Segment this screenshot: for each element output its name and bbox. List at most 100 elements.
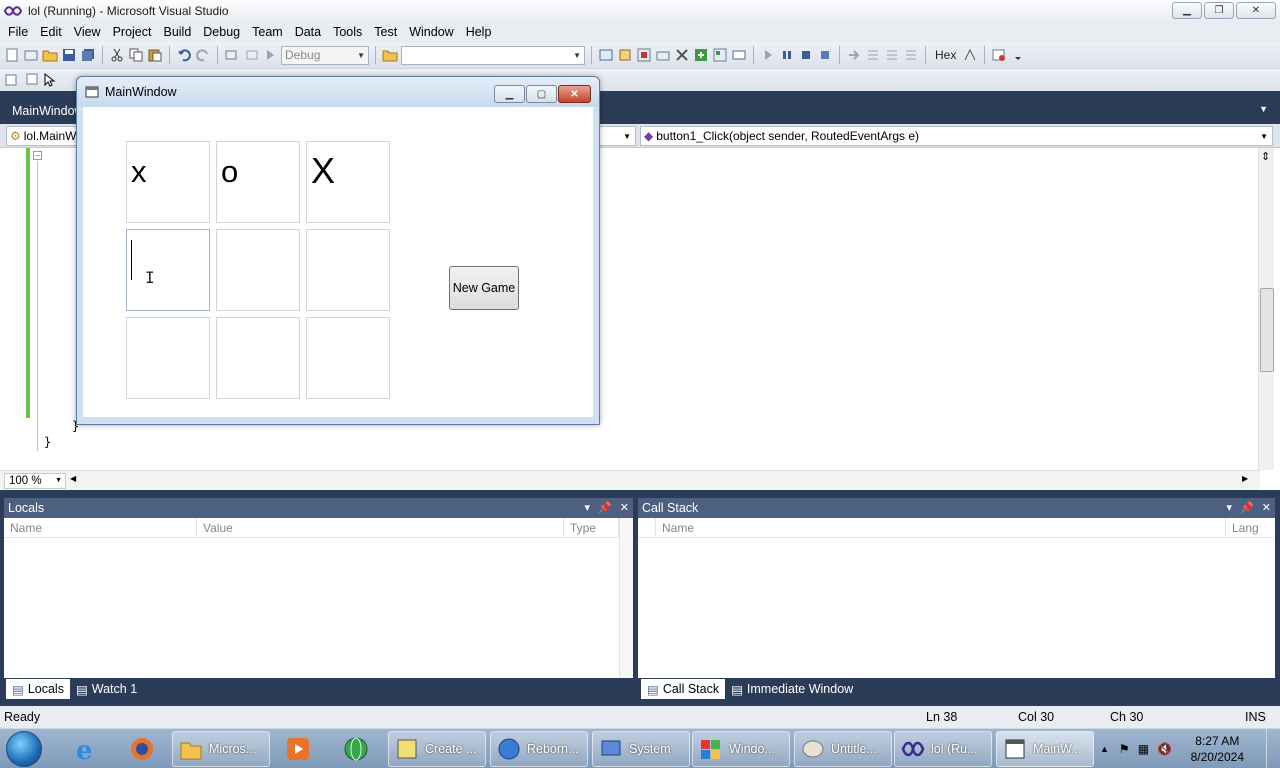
breakpoints-window-icon[interactable] bbox=[991, 47, 1007, 63]
start-debugging-icon[interactable] bbox=[262, 47, 278, 63]
menu-edit[interactable]: Edit bbox=[34, 22, 68, 42]
board-cell-9[interactable] bbox=[306, 317, 390, 399]
copy-icon[interactable] bbox=[128, 47, 144, 63]
taskbar-system[interactable]: System bbox=[592, 731, 690, 767]
new-project-icon[interactable] bbox=[4, 47, 20, 63]
scrollbar-thumb[interactable] bbox=[1260, 288, 1274, 372]
menu-window[interactable]: Window bbox=[403, 22, 459, 42]
column-header[interactable]: Lang bbox=[1226, 518, 1261, 537]
new-game-button[interactable]: New Game bbox=[449, 266, 519, 310]
toolbar-overflow-icon[interactable] bbox=[1010, 47, 1026, 63]
board-cell-3[interactable]: X bbox=[306, 141, 390, 223]
network-icon[interactable]: ▦ bbox=[1138, 742, 1149, 756]
taskbar-reborn[interactable]: Reborn... bbox=[490, 731, 588, 767]
board-cell-4[interactable]: I bbox=[126, 229, 210, 311]
network-globe-icon[interactable] bbox=[334, 731, 378, 767]
properties-icon[interactable] bbox=[617, 47, 633, 63]
tab-locals[interactable]: ▤ Locals bbox=[6, 679, 70, 699]
open-folder-icon[interactable] bbox=[42, 47, 58, 63]
show-desktop-button[interactable] bbox=[1266, 729, 1280, 768]
cut-icon[interactable] bbox=[109, 47, 125, 63]
taskbar-explorer[interactable]: Micros... bbox=[172, 731, 270, 767]
menu-tools[interactable]: Tools bbox=[327, 22, 368, 42]
command-window-icon[interactable] bbox=[731, 47, 747, 63]
taskbar-visual-studio[interactable]: lol (Ru... bbox=[894, 731, 992, 767]
board-cell-1[interactable]: x bbox=[126, 141, 210, 223]
show-next-statement-icon[interactable] bbox=[846, 47, 862, 63]
restart-icon[interactable] bbox=[817, 47, 833, 63]
menu-data[interactable]: Data bbox=[289, 22, 327, 42]
column-header[interactable]: Value bbox=[197, 518, 564, 537]
taskbar-mainwindow[interactable]: MainW... bbox=[996, 731, 1094, 767]
members-dropdown[interactable]: ◆ button1_Click(object sender, RoutedEve… bbox=[640, 126, 1273, 146]
add-item-icon[interactable] bbox=[23, 47, 39, 63]
start-page-icon[interactable] bbox=[712, 47, 728, 63]
editor-vertical-scrollbar[interactable]: ⇕ bbox=[1258, 148, 1274, 470]
menu-help[interactable]: Help bbox=[460, 22, 498, 42]
close-icon[interactable]: ✕ bbox=[1262, 498, 1271, 518]
tab-call-stack[interactable]: ▤ Call Stack bbox=[641, 679, 726, 699]
display-object-member-list-icon[interactable] bbox=[4, 72, 20, 88]
show-threads-icon[interactable] bbox=[962, 47, 978, 63]
show-hidden-icons-icon[interactable]: ▲ bbox=[1100, 744, 1109, 754]
scroll-left-icon[interactable]: ◀ bbox=[70, 474, 76, 483]
column-header[interactable]: Type bbox=[564, 518, 619, 537]
pin-icon[interactable]: 📌 bbox=[1240, 498, 1254, 518]
step-into-icon[interactable] bbox=[865, 47, 881, 63]
taskbar-windows[interactable]: Windo... bbox=[692, 731, 790, 767]
app-close-button[interactable]: ✕ bbox=[558, 85, 591, 103]
app-maximize-button[interactable]: ▢ bbox=[526, 85, 557, 103]
menu-debug[interactable]: Debug bbox=[197, 22, 246, 42]
scroll-right-icon[interactable]: ▶ bbox=[1242, 474, 1248, 483]
document-list-dropdown-icon[interactable]: ▼ bbox=[1259, 104, 1268, 114]
find-in-files-icon[interactable] bbox=[382, 47, 398, 63]
start-button[interactable] bbox=[6, 731, 42, 767]
board-cell-7[interactable] bbox=[126, 317, 210, 399]
find-combo[interactable]: ▼ bbox=[401, 45, 585, 65]
step-out-icon[interactable] bbox=[903, 47, 919, 63]
board-cell-6[interactable] bbox=[306, 229, 390, 311]
break-all-icon[interactable] bbox=[779, 47, 795, 63]
board-cell-2[interactable]: o bbox=[216, 141, 300, 223]
continue-icon[interactable] bbox=[760, 47, 776, 63]
media-player-icon[interactable] bbox=[276, 731, 320, 767]
zoom-select[interactable]: 100 % ▼ bbox=[4, 473, 66, 489]
step-over-icon[interactable] bbox=[884, 47, 900, 63]
display-parameter-info-icon[interactable] bbox=[23, 72, 39, 88]
paste-icon[interactable] bbox=[147, 47, 163, 63]
navigate-forward-icon[interactable] bbox=[243, 47, 259, 63]
toolbox-icon[interactable] bbox=[655, 47, 671, 63]
solution-explorer-icon[interactable] bbox=[598, 47, 614, 63]
window-position-icon[interactable]: ▾ bbox=[1227, 498, 1233, 518]
hex-display-toggle[interactable]: Hex bbox=[932, 48, 959, 62]
outline-collapse-icon[interactable]: − bbox=[33, 151, 42, 160]
redo-icon[interactable] bbox=[195, 47, 211, 63]
firefox-icon[interactable] bbox=[120, 731, 164, 767]
app-minimize-button[interactable]: ▁ bbox=[494, 85, 525, 103]
taskbar-create[interactable]: Create ... bbox=[388, 731, 486, 767]
menu-team[interactable]: Team bbox=[246, 22, 289, 42]
save-all-icon[interactable] bbox=[80, 47, 96, 63]
menu-view[interactable]: View bbox=[68, 22, 107, 42]
extension-manager-icon[interactable] bbox=[693, 47, 709, 63]
board-cell-8[interactable] bbox=[216, 317, 300, 399]
tab-watch-1[interactable]: ▤ Watch 1 bbox=[70, 679, 143, 699]
close-button[interactable]: ✕ bbox=[1236, 2, 1276, 19]
pin-icon[interactable]: 📌 bbox=[598, 498, 612, 518]
locals-scrollbar[interactable] bbox=[619, 518, 633, 678]
stop-debugging-icon[interactable] bbox=[798, 47, 814, 63]
app-titlebar[interactable]: MainWindow ▁ ▢ ✕ bbox=[77, 77, 599, 107]
menu-project[interactable]: Project bbox=[107, 22, 158, 42]
column-header[interactable]: Name bbox=[4, 518, 197, 537]
taskbar-clock[interactable]: 8:27 AM 8/20/2024 bbox=[1191, 733, 1244, 765]
close-icon[interactable]: ✕ bbox=[620, 498, 629, 518]
volume-muted-icon[interactable]: 🔇 bbox=[1157, 742, 1172, 756]
object-browser-icon[interactable] bbox=[636, 47, 652, 63]
undo-icon[interactable] bbox=[176, 47, 192, 63]
menu-test[interactable]: Test bbox=[368, 22, 403, 42]
taskbar-untitled-paint[interactable]: Untitle... bbox=[794, 731, 892, 767]
menu-build[interactable]: Build bbox=[157, 22, 197, 42]
window-position-icon[interactable]: ▾ bbox=[585, 498, 591, 518]
restore-button[interactable]: ❐ bbox=[1204, 2, 1234, 19]
column-header[interactable]: Name bbox=[656, 518, 1226, 537]
